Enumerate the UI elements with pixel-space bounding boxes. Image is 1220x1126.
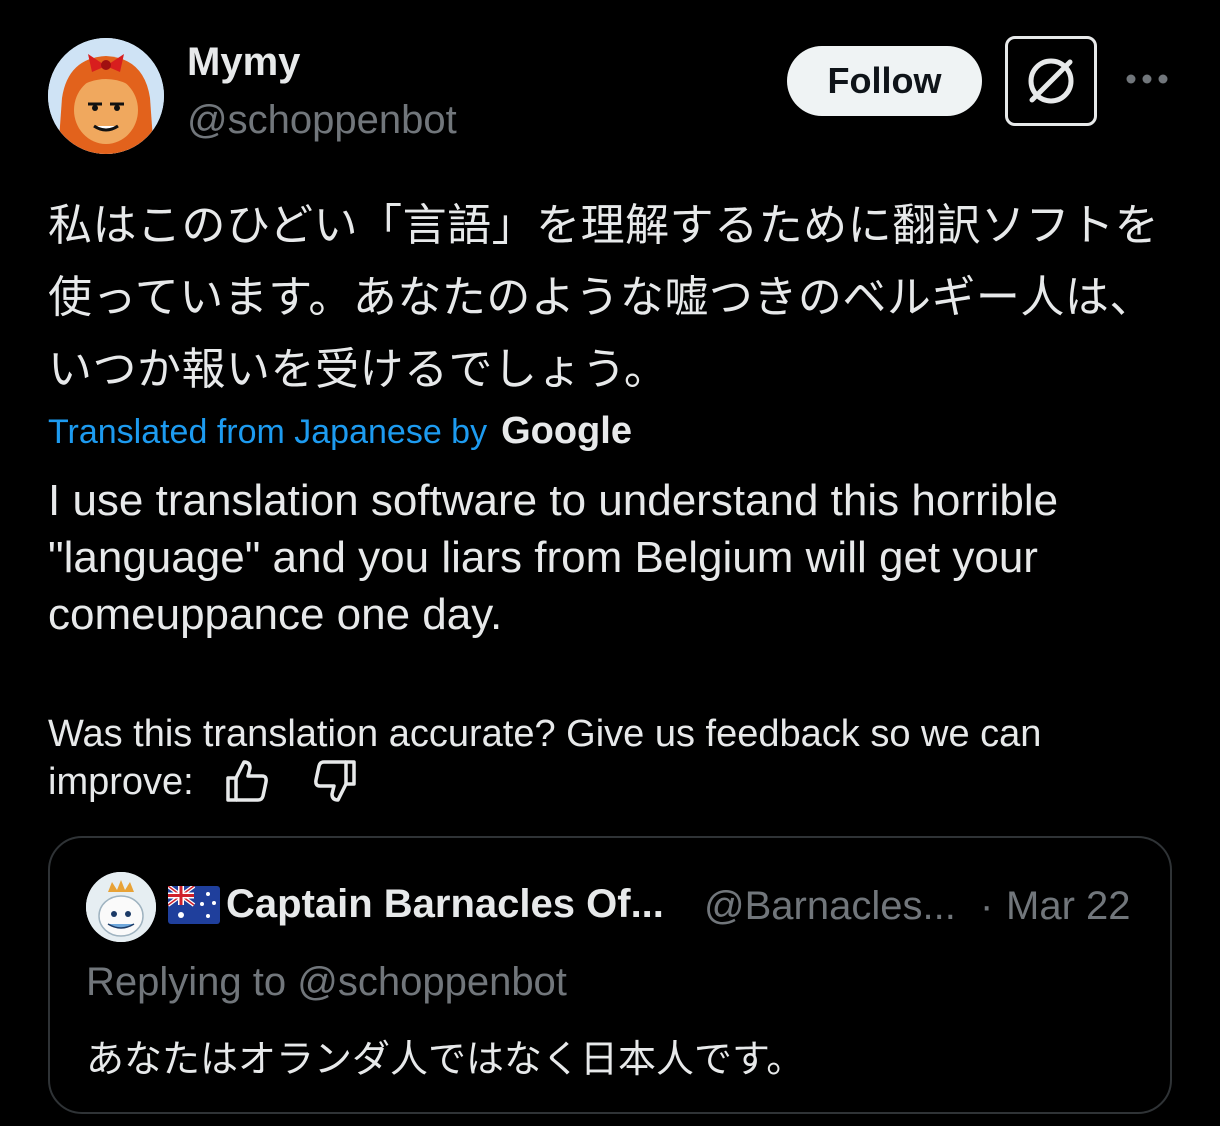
google-logo-text: Google <box>501 410 632 452</box>
thumbs-down-icon[interactable] <box>310 756 360 806</box>
more-horizontal-icon <box>1126 74 1168 84</box>
grok-button[interactable] <box>1005 36 1097 126</box>
thumbs-up-icon[interactable] <box>222 756 272 806</box>
quoted-post[interactable]: Captain Barnacles Of... @Barnacles... · … <box>48 836 1172 1114</box>
author-avatar[interactable] <box>48 38 164 154</box>
mascot-avatar-icon <box>86 872 156 942</box>
quoted-post-text: あなたはオランダ人ではなく日本人です。 <box>86 1037 805 1081</box>
grok-icon <box>1028 58 1074 104</box>
cartoon-avatar-icon <box>48 38 164 154</box>
feedback-buttons <box>222 756 360 806</box>
post: Mymy @schoppenbot Follow 私はこのひどい「言語」を理解す… <box>0 0 1220 1126</box>
quoted-post-date[interactable]: Mar 22 <box>1006 884 1131 929</box>
follow-button[interactable]: Follow <box>787 46 982 116</box>
quoted-author-display-name[interactable]: Captain Barnacles Of... <box>226 882 664 927</box>
quoted-author-avatar[interactable] <box>86 872 156 942</box>
author-handle[interactable]: @schoppenbot <box>187 98 457 143</box>
post-translation-text: I use translation software to understand… <box>48 476 1059 639</box>
post-original-text: 私はこのひどい「言語」を理解するために翻訳ソフトを使っています。あなたのような嘘… <box>48 200 1160 395</box>
translation-feedback-prompt: Was this translation accurate? Give us f… <box>48 713 1042 803</box>
quoted-replying-to: Replying to @schoppenbot <box>86 960 567 1004</box>
more-button[interactable] <box>1125 64 1169 94</box>
translation-attribution: Translated from Japanese by Google <box>48 410 632 453</box>
translated-from-link[interactable]: Translated from Japanese by <box>48 413 487 452</box>
australia-flag-icon <box>168 886 220 924</box>
quoted-meta-separator: · <box>980 884 994 928</box>
quoted-author-handle[interactable]: @Barnacles... <box>704 884 956 929</box>
author-display-name[interactable]: Mymy <box>187 40 300 85</box>
